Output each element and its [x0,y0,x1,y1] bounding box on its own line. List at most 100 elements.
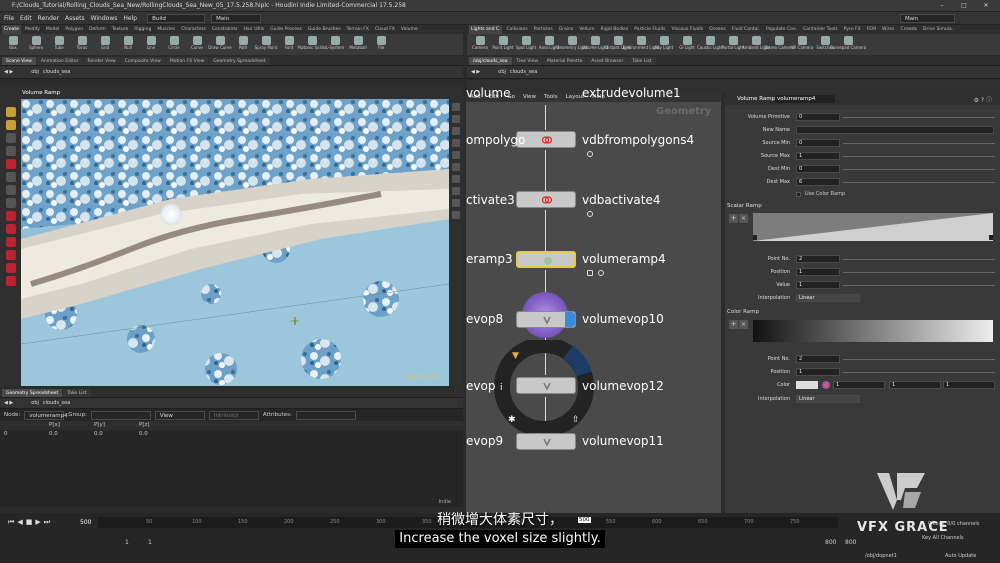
shelf-tab[interactable]: Fluid Contai. [730,25,762,34]
shelf-tab[interactable]: Container Tools [801,25,840,34]
menu-view[interactable]: View [523,93,536,102]
tab-geometry-spreadsheet-bottom[interactable]: Geometry Spreadsheet [2,389,63,397]
path-field[interactable]: /obj/dopnet1 [865,553,897,559]
color-interp-dropdown[interactable]: Linear [796,395,860,403]
scalar-ramp-graph[interactable] [753,213,993,241]
shelf-tool[interactable]: Metaball [347,34,369,55]
shelf-tool[interactable]: Gamepad Camera [830,34,866,55]
shelf-tab[interactable]: Deform [87,25,108,34]
attributes-field[interactable] [295,410,356,420]
move-tool-icon[interactable] [5,120,16,130]
shelf-tool[interactable]: Camera [469,34,491,55]
node-volumeramp4[interactable] [516,251,576,268]
param-slider[interactable] [843,359,995,360]
shelf-tab[interactable]: Hair Utils [242,25,267,34]
node-flag-icon[interactable] [598,270,604,276]
pose-tool-icon[interactable] [5,185,16,195]
shelf-tool[interactable]: Font [278,34,300,55]
auto-update-button[interactable]: Auto Update [945,553,976,559]
menu-render[interactable]: Render [38,15,59,22]
dest-min-field[interactable]: 0 [796,165,840,173]
shelf-tab[interactable]: FEM [865,25,878,34]
shelf-tab[interactable]: Cloud FX [373,25,397,34]
color-point-no-field[interactable]: 2 [796,355,840,363]
maximize-button[interactable]: □ [954,0,974,12]
snap-tool-icon[interactable] [5,198,16,208]
scalar-interp-dropdown[interactable]: Linear [796,294,860,302]
tab-asset-browser[interactable]: Asset Browser [587,57,628,65]
param-slider[interactable] [843,143,995,144]
shelf-tool[interactable]: Circle [163,34,185,55]
lock-icon[interactable] [587,270,593,276]
color-g-field[interactable]: 1 [889,381,941,389]
column-py[interactable]: P[y] [94,421,139,430]
shelf-tool[interactable]: Tube [48,34,70,55]
shelf-tab[interactable]: Constraints [210,25,240,34]
shelf-tool[interactable]: Spot Light [515,34,537,55]
shelf-tool[interactable]: Torus [71,34,93,55]
shelf-tool[interactable]: Sky Light [653,34,675,55]
select-tool-icon[interactable] [5,107,16,117]
new-name-field[interactable] [796,126,994,134]
shelf-tab[interactable]: Crowds [898,25,919,34]
ghost-icon[interactable] [452,175,460,183]
point-snap-icon[interactable] [5,250,16,260]
nav-arrows-icon[interactable]: ◀ ▶ [4,400,13,406]
remove-color-point-icon[interactable]: × [739,320,748,329]
shelf-tool[interactable]: Sphere [25,34,47,55]
shelf-tool[interactable]: GI Light [676,34,698,55]
param-slider[interactable] [843,182,995,183]
param-slider[interactable] [843,156,995,157]
param-slider[interactable] [843,272,995,273]
shelf-tab[interactable]: Terrain FX [345,25,371,34]
use-color-ramp-checkbox[interactable] [796,192,801,197]
multi-snap-icon[interactable] [5,263,16,273]
column-pz[interactable]: P[z] [139,421,184,430]
node-volumevop10[interactable] [516,311,576,328]
group-field[interactable] [90,410,151,420]
path-node[interactable]: clouds_sea [43,400,70,406]
shelf-tab[interactable]: Particles [532,25,555,34]
point-display-icon[interactable] [452,151,460,159]
volume-primitive-field[interactable]: 0 [796,113,840,121]
view-dropdown[interactable]: View [154,410,205,420]
color-swatch[interactable] [796,381,818,389]
shelf-tab[interactable]: Volume [399,25,420,34]
node-volumevop12[interactable] [516,377,576,394]
shelf-tab[interactable]: Polygon [63,25,85,34]
path-obj[interactable]: obj [31,400,39,406]
tab-take-list-right[interactable]: Take List [628,57,656,65]
color-r-field[interactable]: 1 [833,381,885,389]
shelf-tab[interactable]: Guide Process [268,25,304,34]
shelf-tab[interactable]: Collisions [504,25,529,34]
shelf-tool[interactable]: Portal Light [722,34,744,55]
back-arrow-icon[interactable]: ◀ ▶ [4,69,13,75]
display-flag[interactable] [565,312,575,327]
shelf-tab[interactable]: Grains [557,25,576,34]
background-icon[interactable] [452,211,460,219]
handle-tool-icon[interactable] [5,159,16,169]
param-slider[interactable] [843,372,995,373]
menu-edit[interactable]: Edit [20,15,32,22]
shelf-tab[interactable]: Rigid Bodies [598,25,630,34]
shelf-tool[interactable]: Point Light [492,34,514,55]
nav-arrows-icon[interactable]: ◀ ▶ [471,69,480,75]
shelf-tab[interactable]: Vellum [577,25,596,34]
tab-composite-view[interactable]: Composite View [120,57,165,65]
node-name-field[interactable]: volumeramp4 [775,95,835,103]
param-slider[interactable] [843,117,995,118]
shelf-tab[interactable]: Model [44,25,62,34]
desktop-main-dropdown[interactable]: Main [211,13,262,23]
display-options-icon[interactable] [452,103,460,111]
menu-file[interactable]: File [4,15,14,22]
shelf-tool[interactable]: VR Camera [791,34,813,55]
shelf-tool[interactable]: Platonic Solids [298,34,326,55]
tab-scene-view[interactable]: Scene View [2,57,36,65]
param-slider[interactable] [843,285,995,286]
node-volumevop11[interactable] [516,433,576,450]
dest-max-field[interactable]: 6 [796,178,840,186]
tab-material-palette[interactable]: Material Palette [543,57,587,65]
shelf-tab[interactable]: Particle Fluids [632,25,667,34]
tab-motion-fx-view[interactable]: Motion FX View [165,57,209,65]
shelf-tab[interactable]: Wires [880,25,896,34]
